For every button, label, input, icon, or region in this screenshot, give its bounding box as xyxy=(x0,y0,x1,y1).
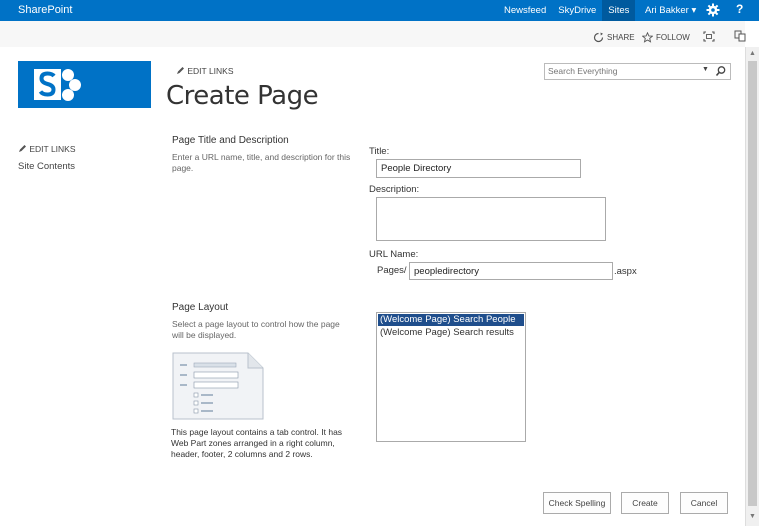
gear-icon[interactable] xyxy=(706,3,720,17)
share-icon xyxy=(593,32,604,43)
site-contents-link[interactable]: Site Contents xyxy=(18,161,75,172)
follow-button[interactable]: FOLLOW xyxy=(642,32,690,43)
section-layout-heading: Page Layout xyxy=(172,302,229,313)
search-box: ▼ xyxy=(544,63,731,80)
edit-links-left[interactable]: EDIT LINKS xyxy=(18,144,76,154)
focus-content-icon[interactable] xyxy=(703,31,715,42)
suite-nav: Newsfeed SkyDrive Sites xyxy=(498,0,636,21)
layout-description: This page layout contains a tab control.… xyxy=(171,427,343,459)
url-prefix: Pages/ xyxy=(377,265,407,276)
nav-sites[interactable]: Sites xyxy=(602,0,636,21)
user-menu[interactable]: Ari Bakker ▾ xyxy=(645,5,696,16)
page-layout-listbox[interactable]: (Welcome Page) Search People (Welcome Pa… xyxy=(376,312,526,442)
search-scope-dropdown-icon[interactable]: ▼ xyxy=(702,66,709,73)
title-label: Title: xyxy=(369,146,390,157)
search-icon[interactable] xyxy=(715,65,727,77)
sharepoint-logo-icon xyxy=(34,69,81,101)
nav-newsfeed[interactable]: Newsfeed xyxy=(498,0,552,21)
section-title-description: Enter a URL name, title, and description… xyxy=(172,152,351,173)
search-input[interactable] xyxy=(548,65,698,77)
follow-label: FOLLOW xyxy=(656,33,690,42)
suite-bar: SharePoint Newsfeed SkyDrive Sites Ari B… xyxy=(0,0,759,21)
help-icon[interactable]: ? xyxy=(736,2,743,16)
scroll-up-icon[interactable]: ▲ xyxy=(749,50,756,57)
description-field-box xyxy=(376,197,606,241)
scroll-thumb[interactable] xyxy=(748,61,757,506)
embed-icon[interactable] xyxy=(734,30,746,42)
section-title-heading: Page Title and Description xyxy=(172,135,289,146)
check-spelling-button[interactable]: Check Spelling xyxy=(543,492,611,514)
share-button[interactable]: SHARE xyxy=(593,32,635,43)
section-layout-description: Select a page layout to control how the … xyxy=(172,319,340,340)
url-name-input[interactable] xyxy=(410,263,612,279)
layout-option-search-results[interactable]: (Welcome Page) Search results xyxy=(378,327,524,339)
vertical-scrollbar[interactable]: ▲ ▼ xyxy=(745,47,759,526)
brand-link[interactable]: SharePoint xyxy=(18,4,72,16)
site-logo[interactable] xyxy=(18,61,151,108)
pencil-icon xyxy=(19,145,26,152)
cancel-button[interactable]: Cancel xyxy=(680,492,728,514)
share-label: SHARE xyxy=(607,33,635,42)
edit-links-top-label: EDIT LINKS xyxy=(187,66,234,76)
description-label: Description: xyxy=(369,184,420,195)
url-field-box xyxy=(409,262,613,280)
layout-option-search-people[interactable]: (Welcome Page) Search People xyxy=(378,314,524,326)
user-name: Ari Bakker xyxy=(645,5,689,16)
edit-links-left-label: EDIT LINKS xyxy=(29,144,76,154)
create-button[interactable]: Create xyxy=(621,492,669,514)
chevron-down-icon: ▾ xyxy=(691,5,697,16)
scroll-down-icon[interactable]: ▼ xyxy=(749,513,756,520)
nav-skydrive[interactable]: SkyDrive xyxy=(552,0,602,21)
pencil-icon xyxy=(177,67,184,74)
page-title: Create Page xyxy=(166,81,319,111)
description-input[interactable] xyxy=(377,198,605,240)
title-field-box xyxy=(376,159,581,178)
layout-preview-image xyxy=(172,352,264,420)
url-suffix: .aspx xyxy=(614,266,637,277)
url-name-label: URL Name: xyxy=(369,249,419,260)
edit-links-top[interactable]: EDIT LINKS xyxy=(176,66,234,76)
star-icon xyxy=(642,32,653,43)
title-input[interactable] xyxy=(377,160,580,177)
